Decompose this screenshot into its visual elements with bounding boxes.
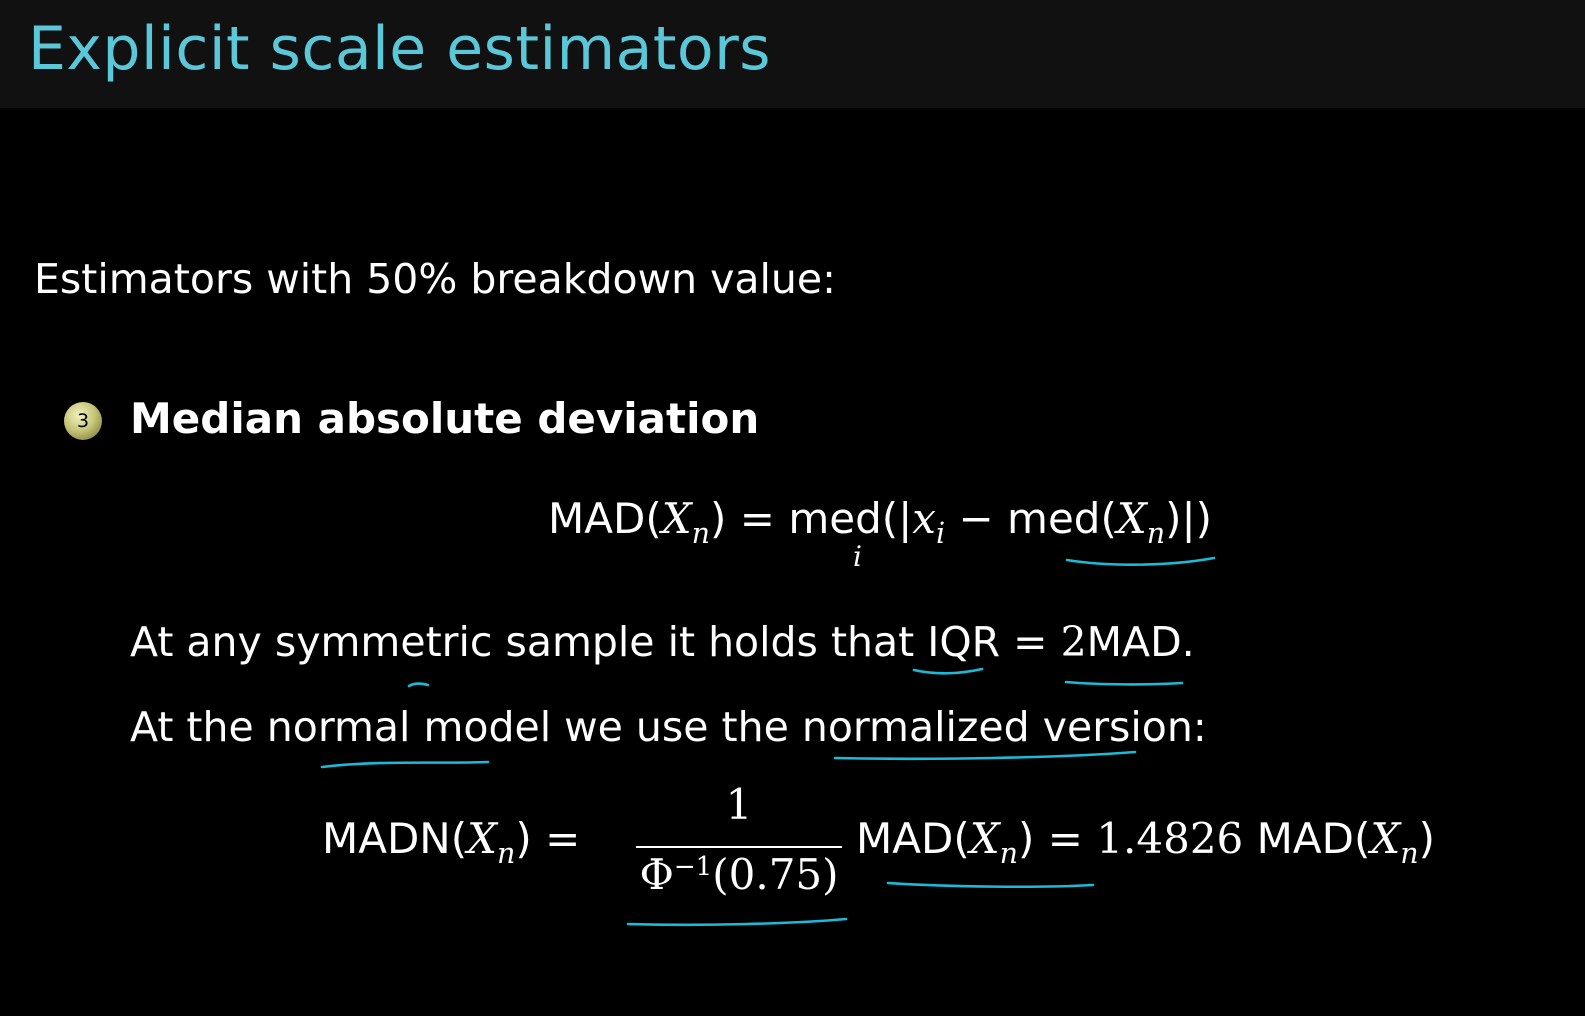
minus-sign: − xyxy=(958,494,994,543)
var-x: X xyxy=(661,494,692,543)
underline-med-xn xyxy=(1065,556,1216,566)
inner-med-operator: med xyxy=(1007,494,1101,543)
rhs-var-x: X xyxy=(969,814,1000,863)
madn-var-subscript: n xyxy=(497,835,516,870)
underline-2mad xyxy=(1064,680,1184,686)
bullet-title: Median absolute deviation xyxy=(130,394,760,443)
fraction-numerator: 1 xyxy=(725,780,753,829)
final-var-x: X xyxy=(1370,814,1401,863)
iqr-term: IQR xyxy=(927,618,1001,666)
underline-normal-model xyxy=(320,760,490,769)
phi-superscript: −1 xyxy=(673,851,713,882)
constant-1-4826: 1.4826 xyxy=(1096,814,1244,863)
iqr-statement: At any symmetric sample it holds that IQ… xyxy=(130,618,1195,666)
title-bar: Explicit scale estimators xyxy=(0,0,1585,108)
slide-title: Explicit scale estimators xyxy=(28,14,772,84)
underline-symmetric-tick xyxy=(407,682,430,688)
mad-operator: MAD xyxy=(548,494,646,543)
numbered-ball-icon: 3 xyxy=(64,402,102,440)
iqr-period: . xyxy=(1181,618,1195,666)
var-x-subscript: n xyxy=(691,515,710,550)
underline-denominator xyxy=(626,917,848,927)
med-operator: med xyxy=(788,494,882,543)
madn-equals: = xyxy=(545,814,581,863)
final-mad-operator: MAD xyxy=(1256,814,1354,863)
phi-argument: (0.75) xyxy=(712,850,839,899)
iqr-statement-text: At any symmetric sample it holds that xyxy=(130,618,928,666)
madn-rhs: MAD(Xn) = 1.4826 MAD(Xn) xyxy=(856,814,1436,870)
final-var-subscript: n xyxy=(1400,835,1419,870)
fraction-denominator: Φ−1(0.75) xyxy=(634,850,844,899)
rhs-mad-operator: MAD xyxy=(856,814,954,863)
underline-normalized-version xyxy=(833,750,1137,761)
fraction-bar xyxy=(636,846,842,848)
madn-lhs: MADN(Xn) = xyxy=(322,814,581,870)
iqr-mad: MAD xyxy=(1086,618,1182,666)
med-subscript: i xyxy=(853,540,862,573)
iqr-equals: = xyxy=(1013,618,1048,666)
mad-formula: MAD(Xn) = med(|xi − med(Xn)|) xyxy=(548,494,1213,550)
rhs-var-subscript: n xyxy=(999,835,1018,870)
underline-iqr xyxy=(912,667,984,675)
equals-sign: = xyxy=(739,494,775,543)
inner-var-x-subscript: n xyxy=(1146,515,1166,550)
underline-mad-xn xyxy=(886,881,1095,889)
inner-var-x: X xyxy=(1116,494,1147,543)
normal-model-statement: At the normal model we use the normalize… xyxy=(130,703,1207,751)
madn-var-x: X xyxy=(467,814,498,863)
phi-symbol: Φ xyxy=(639,850,674,899)
var-xi: x xyxy=(912,494,936,543)
iqr-factor: 2 xyxy=(1060,618,1087,666)
var-xi-subscript: i xyxy=(935,515,946,550)
madn-operator: MADN xyxy=(322,814,451,863)
intro-text: Estimators with 50% breakdown value: xyxy=(34,255,836,303)
rhs-equals: = xyxy=(1047,814,1083,863)
